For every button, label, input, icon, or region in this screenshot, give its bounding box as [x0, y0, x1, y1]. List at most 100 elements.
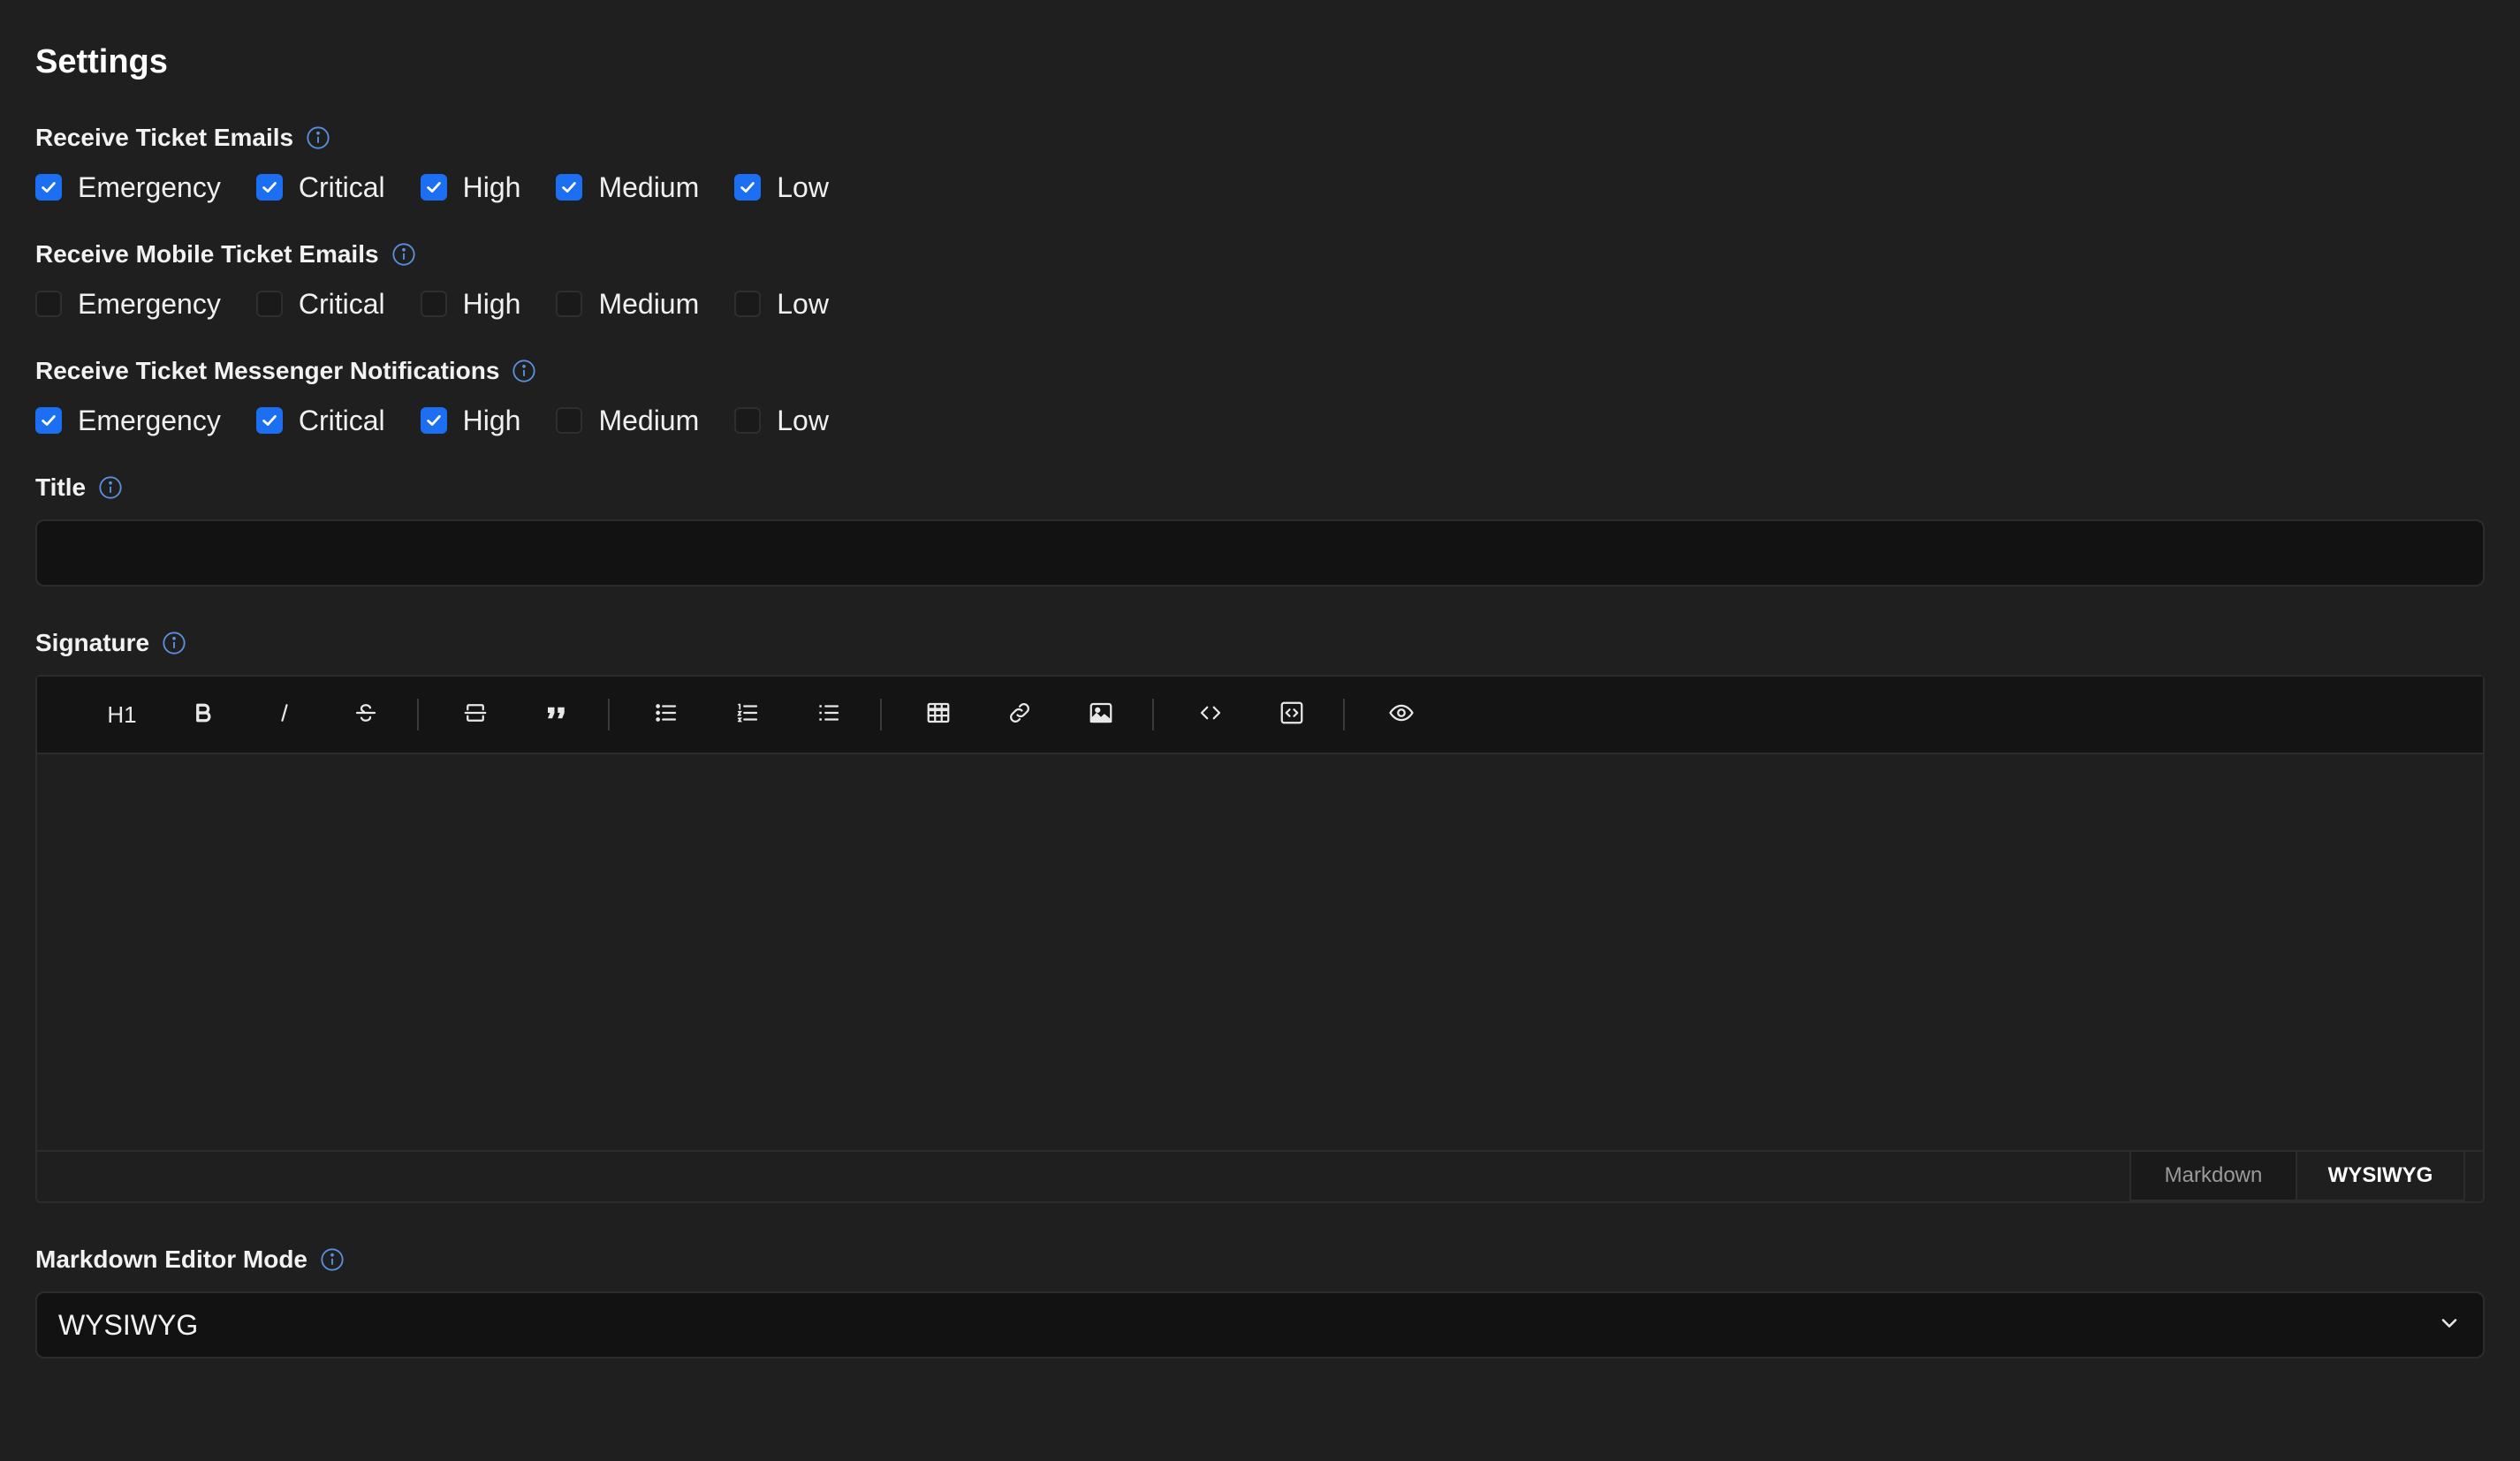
italic-icon: [271, 700, 298, 730]
checkbox-medium[interactable]: Medium: [556, 286, 699, 322]
table-button[interactable]: [914, 690, 963, 739]
info-icon[interactable]: [320, 1247, 345, 1272]
ticket-emails-label: Receive Ticket Emails: [35, 124, 294, 151]
editor-toolbar: H1: [37, 677, 2483, 754]
checkbox-medium[interactable]: Medium: [556, 403, 699, 438]
checkbox-emergency[interactable]: Emergency: [35, 286, 221, 322]
info-icon[interactable]: [391, 242, 416, 267]
toolbar-divider: [880, 699, 882, 730]
image-icon: [1088, 700, 1114, 730]
checkbox-label: Low: [777, 405, 829, 436]
checkbox-box[interactable]: [420, 174, 447, 201]
title-label: Title: [35, 473, 87, 501]
strikethrough-button[interactable]: [341, 690, 391, 739]
checkbox-box[interactable]: [35, 174, 62, 201]
info-icon[interactable]: [512, 359, 536, 383]
ordered-list-button[interactable]: [723, 690, 772, 739]
heading-button[interactable]: H1: [97, 690, 147, 739]
checkbox-box[interactable]: [420, 291, 447, 317]
toolbar-divider: [1343, 699, 1345, 730]
table-icon: [925, 700, 952, 730]
checkbox-box[interactable]: [734, 174, 762, 201]
messenger-notifications-group: Receive Ticket Messenger Notifications E…: [35, 355, 2485, 442]
settings-page: Settings Receive Ticket Emails Emergency…: [0, 0, 2520, 1461]
checkbox-label: Emergency: [78, 171, 221, 203]
checkbox-label: High: [462, 171, 521, 203]
checkbox-low[interactable]: Low: [734, 286, 829, 322]
messenger-notifications-label: Receive Ticket Messenger Notifications: [35, 357, 500, 384]
toolbar-divider: [608, 699, 610, 730]
chevron-down-icon: [2437, 1311, 2462, 1340]
title-section: Title: [35, 472, 2485, 587]
editor-mode-section: Markdown Editor Mode WYSIWYG: [35, 1244, 2485, 1359]
messenger-notifications-label-row: Receive Ticket Messenger Notifications: [35, 355, 2485, 387]
checkbox-low[interactable]: Low: [734, 403, 829, 438]
editor-mode-tabs: Markdown WYSIWYG: [2129, 1150, 2465, 1201]
checkbox-high[interactable]: High: [420, 403, 520, 438]
bullet-list-icon: [653, 700, 679, 730]
checkbox-label: Medium: [598, 405, 700, 436]
ticket-emails-checkboxes: Emergency Critical High Medium Low: [35, 166, 2485, 208]
quote-icon: [543, 700, 570, 730]
checkbox-label: Emergency: [78, 405, 221, 436]
page-title: Settings: [35, 43, 168, 80]
mobile-ticket-emails-label-row: Receive Mobile Ticket Emails: [35, 238, 2485, 270]
horizontal-rule-icon: [462, 700, 489, 730]
preview-button[interactable]: [1377, 690, 1426, 739]
ordered-list-icon: [734, 700, 761, 730]
info-icon[interactable]: [306, 125, 330, 150]
checkbox-box[interactable]: [556, 174, 583, 201]
checkbox-box[interactable]: [556, 407, 583, 434]
checkbox-box[interactable]: [734, 291, 762, 317]
checkbox-low[interactable]: Low: [734, 170, 829, 205]
link-icon: [1006, 700, 1033, 730]
checkbox-label: Emergency: [78, 288, 221, 320]
editor-footer: Markdown WYSIWYG: [37, 1150, 2483, 1201]
tab-markdown[interactable]: Markdown: [2129, 1150, 2297, 1201]
task-list-icon: [816, 700, 842, 730]
title-input[interactable]: [35, 519, 2485, 587]
checkbox-medium[interactable]: Medium: [556, 170, 699, 205]
editor-content-area[interactable]: [37, 754, 2483, 1152]
bold-button[interactable]: [178, 690, 228, 739]
link-button[interactable]: [995, 690, 1044, 739]
checkbox-box[interactable]: [35, 291, 62, 317]
code-button[interactable]: [1186, 690, 1235, 739]
mobile-ticket-emails-group: Receive Mobile Ticket Emails Emergency C…: [35, 238, 2485, 325]
code-block-button[interactable]: [1267, 690, 1317, 739]
checkbox-critical[interactable]: Critical: [255, 170, 385, 205]
ticket-emails-label-row: Receive Ticket Emails: [35, 122, 2485, 154]
checkbox-box[interactable]: [35, 407, 62, 434]
image-button[interactable]: [1076, 690, 1126, 739]
checkbox-critical[interactable]: Critical: [255, 286, 385, 322]
bold-icon: [190, 700, 216, 730]
checkbox-box[interactable]: [420, 407, 447, 434]
checkbox-label: Medium: [598, 171, 700, 203]
checkbox-box[interactable]: [255, 174, 283, 201]
tab-wysiwyg[interactable]: WYSIWYG: [2297, 1150, 2465, 1201]
horizontal-rule-button[interactable]: [451, 690, 500, 739]
info-icon[interactable]: [98, 475, 123, 500]
checkbox-box[interactable]: [734, 407, 762, 434]
checkbox-emergency[interactable]: Emergency: [35, 403, 221, 438]
bullet-list-button[interactable]: [641, 690, 691, 739]
checkbox-box[interactable]: [255, 407, 283, 434]
editor-mode-select[interactable]: WYSIWYG: [35, 1291, 2485, 1359]
info-icon[interactable]: [162, 631, 186, 655]
checkbox-box[interactable]: [255, 291, 283, 317]
checkbox-emergency[interactable]: Emergency: [35, 170, 221, 205]
checkbox-high[interactable]: High: [420, 170, 521, 205]
italic-button[interactable]: [260, 690, 309, 739]
checkbox-high[interactable]: High: [420, 286, 520, 322]
code-block-icon: [1279, 700, 1305, 730]
checkbox-label: Low: [777, 171, 829, 203]
code-icon: [1197, 700, 1224, 730]
signature-editor: H1 Markdown WYSIWYG: [35, 675, 2485, 1203]
quote-button[interactable]: [532, 690, 581, 739]
strikethrough-icon: [353, 700, 379, 730]
task-list-button[interactable]: [804, 690, 854, 739]
checkbox-critical[interactable]: Critical: [255, 403, 385, 438]
toolbar-divider: [417, 699, 419, 730]
checkbox-box[interactable]: [556, 291, 583, 317]
editor-mode-selected-value: WYSIWYG: [58, 1308, 199, 1341]
